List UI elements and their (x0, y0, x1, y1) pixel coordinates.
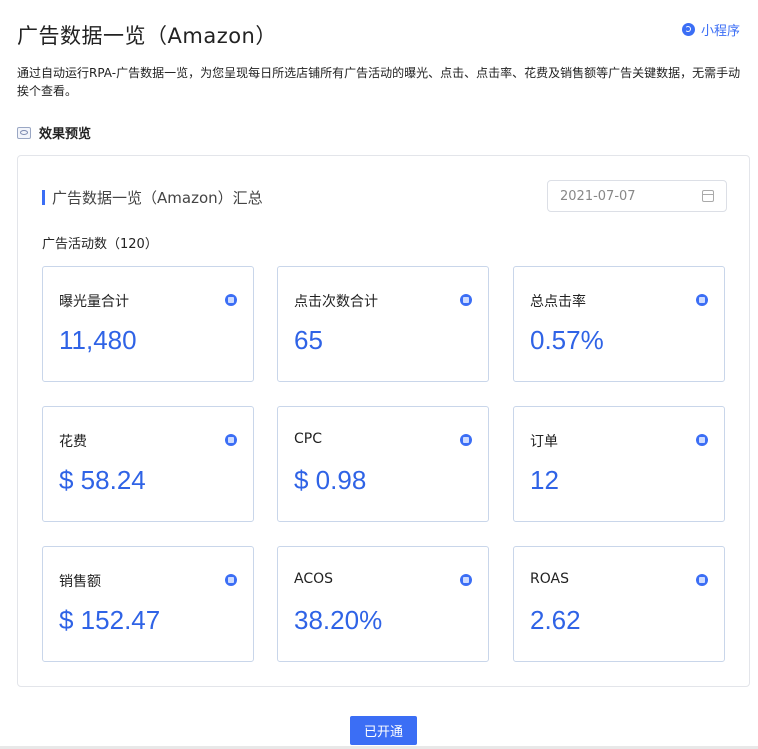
metric-value: $ 152.47 (59, 605, 161, 635)
metric-card-acos: ACOS 38.20% (277, 546, 489, 662)
metric-value: 38.20% (294, 605, 383, 635)
metric-card-cpc: CPC $ 0.98 (277, 406, 489, 522)
metric-label: 总点击率 (530, 294, 586, 310)
mini-program-label: 小程序 (700, 24, 740, 39)
metric-card-sales: 销售额 $ 152.47 (42, 546, 254, 662)
image-icon (225, 294, 237, 306)
acos-icon (460, 574, 472, 586)
metric-value: $ 0.98 (294, 465, 367, 495)
metric-value: 12 (530, 465, 559, 495)
page-title: 广告数据一览（Amazon） (17, 24, 277, 48)
date-picker[interactable]: 2021-07-07 (547, 180, 727, 212)
panel-title: 广告数据一览（Amazon）汇总 (42, 187, 263, 208)
metric-card-spend: 花费 $ 58.24 (42, 406, 254, 522)
click-icon (460, 294, 472, 306)
campaign-count: 广告活动数（120） (42, 237, 158, 252)
metric-card-ctr: 总点击率 0.57% (513, 266, 725, 382)
metric-label: ACOS (294, 571, 334, 587)
metric-card-roas: ROAS 2.62 (513, 546, 725, 662)
metric-label: 销售额 (59, 574, 101, 590)
title-accent-bar (42, 190, 45, 205)
metric-card-orders: 订单 12 (513, 406, 725, 522)
date-value: 2021-07-07 (560, 188, 636, 204)
metric-card-impressions: 曝光量合计 11,480 (42, 266, 254, 382)
summary-panel: 广告数据一览（Amazon）汇总 2021-07-07 广告活动数（120） 曝… (17, 155, 750, 687)
mini-program-link[interactable]: 小程序 (681, 20, 740, 39)
roas-icon (696, 574, 708, 586)
metric-label: 点击次数合计 (294, 294, 378, 310)
order-icon (696, 434, 708, 446)
metric-value: 11,480 (59, 325, 137, 355)
preview-heading: 效果预览 (17, 123, 91, 142)
activated-button[interactable]: 已开通 (350, 716, 417, 745)
metric-value: 65 (294, 325, 323, 355)
metric-value: $ 58.24 (59, 465, 146, 495)
page-description: 通过自动运行RPA-广告数据一览，为您呈现每日所选店铺所有广告活动的曝光、点击、… (17, 66, 741, 98)
mini-program-icon (681, 23, 695, 36)
sales-icon (225, 574, 237, 586)
calendar-icon[interactable] (702, 190, 714, 202)
spend-icon (225, 434, 237, 446)
metric-label: 订单 (530, 434, 558, 450)
cpc-icon (460, 434, 472, 446)
preview-label: 效果预览 (39, 127, 92, 142)
metric-card-clicks: 点击次数合计 65 (277, 266, 489, 382)
metric-value: 0.57% (530, 325, 604, 355)
panel-title-text: 广告数据一览（Amazon）汇总 (52, 189, 263, 207)
metric-label: CPC (294, 431, 322, 447)
metric-label: ROAS (530, 571, 569, 587)
rate-icon (696, 294, 708, 306)
eye-icon (17, 126, 31, 139)
metric-label: 花费 (59, 434, 87, 450)
metric-value: 2.62 (530, 605, 581, 635)
metric-label: 曝光量合计 (59, 294, 129, 310)
